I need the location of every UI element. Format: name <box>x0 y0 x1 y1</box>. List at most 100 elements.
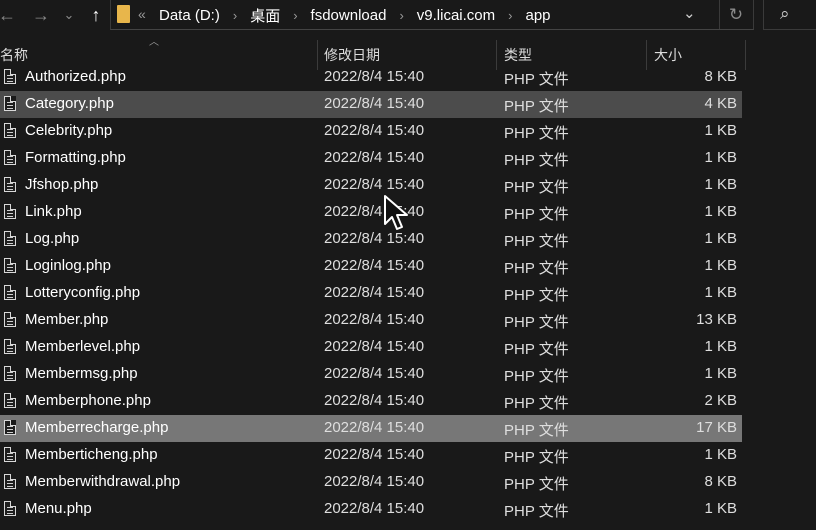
breadcrumb-item[interactable]: v9.licai.com <box>417 7 495 24</box>
file-type: PHP 文件 <box>504 206 569 223</box>
php-file-icon <box>4 150 16 165</box>
file-date: 2022/8/4 15:40 <box>324 257 425 274</box>
file-name: Memberticheng.php <box>25 446 158 463</box>
file-size: 1 KB <box>704 500 737 517</box>
column-divider[interactable] <box>745 40 746 70</box>
file-name: Loginlog.php <box>25 257 111 274</box>
overflow-crumbs-icon[interactable]: « <box>138 6 146 22</box>
back-button[interactable]: ← <box>0 0 16 30</box>
file-size: 1 KB <box>704 284 737 301</box>
recent-locations-chevron-icon[interactable]: ⌄ <box>56 0 82 30</box>
php-file-icon <box>4 231 16 246</box>
file-size: 1 KB <box>704 149 737 166</box>
file-size: 1 KB <box>704 122 737 139</box>
breadcrumb-item-current[interactable]: app <box>525 7 550 24</box>
php-file-icon <box>4 420 16 435</box>
file-row[interactable]: Memberrecharge.php 2022/8/4 15:40 PHP 文件 17… <box>0 415 742 442</box>
file-date: 2022/8/4 15:40 <box>324 446 425 463</box>
refresh-button[interactable]: ↻ <box>719 0 752 29</box>
file-row[interactable]: Menu.php 2022/8/4 15:40 PHP 文件 1 KB <box>0 496 742 523</box>
search-icon: ⌕ <box>780 4 790 23</box>
address-dropdown-chevron-icon[interactable]: ⌄ <box>683 4 696 22</box>
file-type: PHP 文件 <box>504 503 569 520</box>
breadcrumb-separator-icon[interactable]: › <box>399 8 403 23</box>
file-size: 1 KB <box>704 446 737 463</box>
file-row[interactable]: Log.php 2022/8/4 15:40 PHP 文件 1 KB <box>0 226 742 253</box>
file-name: Category.php <box>25 95 114 112</box>
file-row[interactable]: Link.php 2022/8/4 15:40 PHP 文件 1 KB <box>0 199 742 226</box>
address-toolbar: ← → ⌄ ↑ « Data (D:) › 桌面 › fsdownload › … <box>0 0 816 30</box>
php-file-icon <box>4 258 16 273</box>
file-row[interactable]: Jfshop.php 2022/8/4 15:40 PHP 文件 1 KB <box>0 172 742 199</box>
file-name: Memberrecharge.php <box>25 419 169 436</box>
file-name: Memberphone.php <box>25 392 151 409</box>
file-type: PHP 文件 <box>504 341 569 358</box>
refresh-icon: ↻ <box>728 4 744 24</box>
file-type: PHP 文件 <box>504 98 569 115</box>
file-date: 2022/8/4 15:40 <box>324 365 425 382</box>
file-type: PHP 文件 <box>504 395 569 412</box>
file-row[interactable]: Memberwithdrawal.php 2022/8/4 15:40 PHP 文件… <box>0 469 742 496</box>
php-file-icon <box>4 69 16 84</box>
file-type: PHP 文件 <box>504 368 569 385</box>
file-row[interactable]: Formatting.php 2022/8/4 15:40 PHP 文件 1 KB <box>0 145 742 172</box>
php-file-icon <box>4 123 16 138</box>
php-file-icon <box>4 285 16 300</box>
file-name: Log.php <box>25 230 80 247</box>
file-row[interactable]: Lotteryconfig.php 2022/8/4 15:40 PHP 文件 1 K… <box>0 280 742 307</box>
file-size: 4 KB <box>704 95 737 112</box>
file-row[interactable]: Memberphone.php 2022/8/4 15:40 PHP 文件 2 KB <box>0 388 742 415</box>
file-date: 2022/8/4 15:40 <box>324 419 425 436</box>
forward-button[interactable]: → <box>27 0 55 30</box>
breadcrumb-item[interactable]: fsdownload <box>311 7 387 24</box>
file-size: 1 KB <box>704 176 737 193</box>
file-size: 1 KB <box>704 203 737 220</box>
file-size: 13 KB <box>696 311 737 328</box>
php-file-icon <box>4 177 16 192</box>
file-size: 2 KB <box>704 392 737 409</box>
breadcrumb-separator-icon[interactable]: › <box>508 8 512 23</box>
file-type: PHP 文件 <box>504 71 569 88</box>
file-size: 1 KB <box>704 365 737 382</box>
php-file-icon <box>4 96 16 111</box>
breadcrumb-item[interactable]: 桌面 <box>250 5 280 26</box>
file-row[interactable]: Category.php 2022/8/4 15:40 PHP 文件 4 KB <box>0 91 742 118</box>
file-row[interactable]: Memberticheng.php 2022/8/4 15:40 PHP 文件 1 K… <box>0 442 742 469</box>
file-type: PHP 文件 <box>504 422 569 439</box>
file-row[interactable]: Authorized.php 2022/8/4 15:40 PHP 文件 8 KB <box>0 64 742 91</box>
php-file-icon <box>4 312 16 327</box>
file-type: PHP 文件 <box>504 233 569 250</box>
breadcrumb-separator-icon[interactable]: › <box>293 8 297 23</box>
file-type: PHP 文件 <box>504 125 569 142</box>
file-row[interactable]: Membermsg.php 2022/8/4 15:40 PHP 文件 1 KB <box>0 361 742 388</box>
breadcrumb-separator-icon[interactable]: › <box>233 8 237 23</box>
up-button[interactable]: ↑ <box>82 0 110 30</box>
file-name: Member.php <box>25 311 109 328</box>
file-type: PHP 文件 <box>504 449 569 466</box>
file-size: 1 KB <box>704 338 737 355</box>
file-date: 2022/8/4 15:40 <box>324 284 425 301</box>
php-file-icon <box>4 474 16 489</box>
file-type: PHP 文件 <box>504 476 569 493</box>
file-type: PHP 文件 <box>504 314 569 331</box>
folder-icon <box>117 5 130 23</box>
file-date: 2022/8/4 15:40 <box>324 500 425 517</box>
php-file-icon <box>4 204 16 219</box>
file-name: Authorized.php <box>25 68 126 85</box>
file-name: Lotteryconfig.php <box>25 284 141 301</box>
file-row[interactable]: Memberlevel.php 2022/8/4 15:40 PHP 文件 1 KB <box>0 334 742 361</box>
php-file-icon <box>4 447 16 462</box>
php-file-icon <box>4 339 16 354</box>
file-date: 2022/8/4 15:40 <box>324 473 425 490</box>
breadcrumb-item[interactable]: Data (D:) <box>159 7 220 24</box>
mouse-cursor-icon <box>384 195 408 230</box>
file-row[interactable]: Member.php 2022/8/4 15:40 PHP 文件 13 KB <box>0 307 742 334</box>
file-name: Celebrity.php <box>25 122 113 139</box>
file-date: 2022/8/4 15:40 <box>324 392 425 409</box>
file-date: 2022/8/4 15:40 <box>324 311 425 328</box>
file-date: 2022/8/4 15:40 <box>324 68 425 85</box>
php-file-icon <box>4 501 16 516</box>
file-date: 2022/8/4 15:40 <box>324 176 425 193</box>
file-row[interactable]: Celebrity.php 2022/8/4 15:40 PHP 文件 1 KB <box>0 118 742 145</box>
file-row[interactable]: Loginlog.php 2022/8/4 15:40 PHP 文件 1 KB <box>0 253 742 280</box>
